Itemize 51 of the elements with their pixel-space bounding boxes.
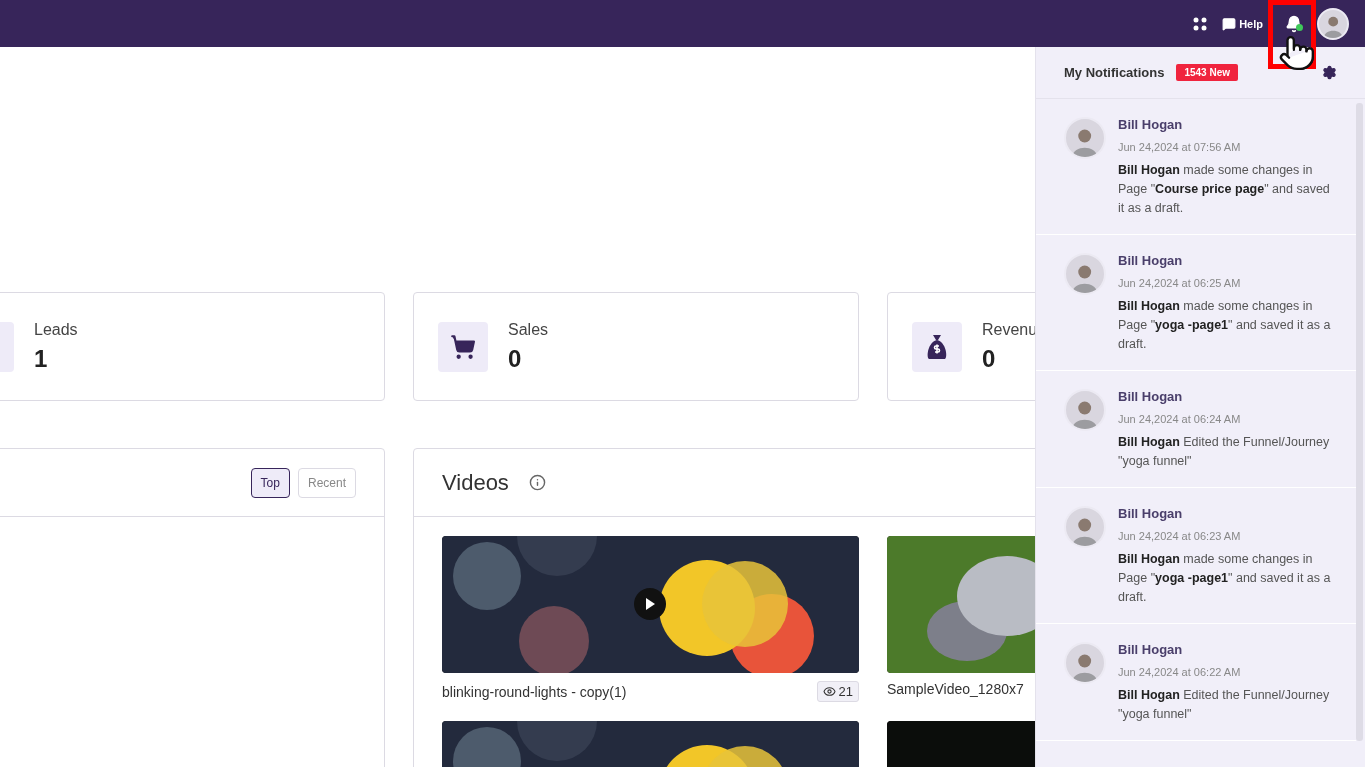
avatar	[1064, 506, 1106, 548]
avatar	[1064, 642, 1106, 684]
settings-icon[interactable]	[1322, 65, 1337, 80]
eye-icon	[822, 685, 836, 698]
scrollbar[interactable]	[1356, 103, 1363, 741]
notification-item[interactable]: Bill Hogan Jun 24,2024 at 06:23 AM Bill Hogan made some changes in Page "yoga -page1" and saved it as a draft.	[1036, 488, 1356, 624]
new-count-badge: 1543 New	[1176, 64, 1238, 81]
info-icon[interactable]	[528, 474, 546, 491]
notification-item[interactable]: Bill Hogan Jun 24,2024 at 06:25 AM Bill Hogan made some changes in Page "yoga -page1" and saved it as a draft.	[1036, 235, 1356, 371]
notification-message: Bill Hogan Edited the Funnel/Journey "yoga funnel"	[1118, 687, 1331, 723]
video-thumbnail[interactable]	[442, 536, 859, 673]
panel-title: Videos	[442, 469, 509, 496]
notification-item[interactable]: Bill Hogan Jun 24,2024 at 06:24 AM Bill Hogan Edited the Funnel/Journey "yoga funnel"	[1036, 371, 1356, 488]
help-button[interactable]: Help	[1222, 16, 1263, 31]
notification-message: Bill Hogan Edited the Funnel/Journey "yoga funnel"	[1118, 434, 1331, 470]
notification-author: Bill Hogan	[1118, 506, 1184, 521]
notification-time: Jun 24,2024 at 06:22 AM	[1118, 666, 1242, 678]
stat-value: 0	[982, 344, 997, 373]
avatar	[1064, 253, 1106, 295]
filter-tab[interactable]: Top	[250, 467, 290, 498]
cart-icon	[438, 321, 488, 372]
notification-time: Jun 24,2024 at 06:25 AM	[1118, 277, 1242, 289]
video-title: blinking-round-lights - copy(1)	[442, 683, 627, 700]
avatar	[1064, 389, 1106, 431]
notification-item[interactable]: Bill Hogan Jun 24,2024 at 06:22 AM Bill Hogan Edited the Funnel/Journey "yoga funnel"	[1036, 624, 1356, 741]
stat-value: 1	[34, 344, 49, 373]
money-bag-icon	[912, 321, 962, 372]
video-title: SampleVideo_1280x7	[887, 681, 1024, 697]
stat-label: Sales	[508, 320, 549, 339]
notification-message: Bill Hogan made some changes in Page "Course price page" and saved it as a draft.	[1118, 162, 1331, 217]
help-icon	[1222, 16, 1237, 31]
hand-cursor-icon	[1278, 34, 1316, 72]
notification-item[interactable]: Bill Hogan Jun 24,2024 at 07:56 AM Bill Hogan made some changes in Page "Course price page" and saved it as a draft.	[1036, 99, 1356, 235]
notification-message: Bill Hogan made some changes in Page "yoga -page1" and saved it as a draft.	[1118, 298, 1332, 353]
stat-value: 0	[508, 344, 523, 373]
notification-author: Bill Hogan	[1118, 389, 1184, 404]
apps-grid-icon[interactable]	[1192, 15, 1209, 32]
notification-message: Bill Hogan made some changes in Page "yoga -page1" and saved it as a draft.	[1118, 551, 1332, 606]
avatar	[1064, 117, 1106, 159]
panel-title: My Notifications	[1064, 65, 1165, 80]
view-count: 21	[816, 681, 859, 702]
notification-time: Jun 24,2024 at 07:56 AM	[1118, 141, 1242, 153]
notification-author: Bill Hogan	[1118, 642, 1184, 657]
notification-time: Jun 24,2024 at 06:24 AM	[1118, 413, 1242, 425]
filter-tab[interactable]: Recent	[297, 467, 356, 498]
notification-author: Bill Hogan	[1118, 117, 1184, 132]
stat-label: Leads	[34, 320, 78, 339]
notification-bell-icon[interactable]	[1285, 14, 1303, 33]
avatar	[1317, 7, 1349, 40]
notification-author: Bill Hogan	[1118, 253, 1184, 268]
notification-time: Jun 24,2024 at 06:23 AM	[1118, 530, 1242, 542]
